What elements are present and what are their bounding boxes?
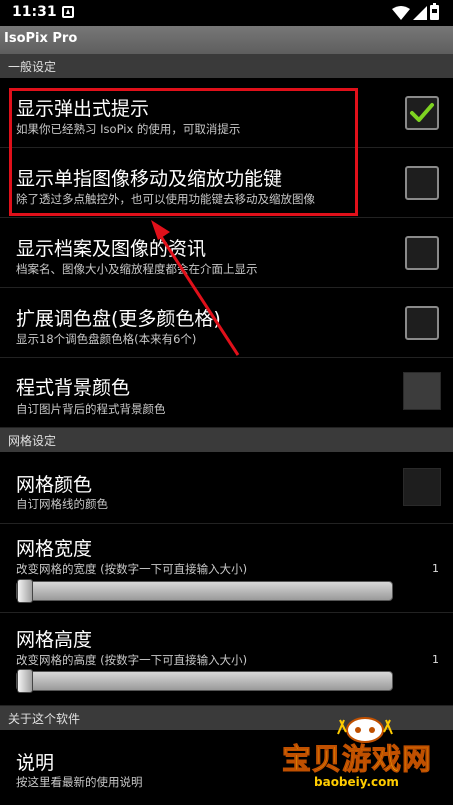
pref-grid-height: 网格高度 改变网格的高度 (按数字一下可直接输入大小) 1: [0, 613, 453, 706]
section-header-label: 网格设定: [8, 434, 57, 448]
grid-height-value[interactable]: 1: [432, 653, 439, 666]
status-bar: 11:31: [0, 0, 453, 26]
pref-show-file-info[interactable]: 显示档案及图像的资讯 档案名、图像大小及缩放程度都会在介面上显示: [0, 218, 453, 288]
grid-width-value[interactable]: 1: [432, 562, 439, 575]
pref-grid-color[interactable]: 网格颜色 自订网格线的颜色: [0, 452, 453, 524]
grid-color-swatch[interactable]: [403, 468, 441, 506]
signal-icon: [413, 6, 427, 20]
pref-title: 说明: [16, 752, 55, 774]
section-header-grid: 网格设定: [0, 428, 453, 452]
pref-summary: 改变网格的宽度 (按数字一下可直接输入大小): [16, 562, 248, 576]
watermark-brand: 宝贝游戏网: [281, 742, 433, 777]
pref-title: 扩展调色盘(更多颜色格): [16, 308, 221, 330]
wifi-icon: [392, 6, 410, 20]
pref-extended-palette[interactable]: 扩展调色盘(更多颜色格) 显示18个调色盘颜色格(本来有6个): [0, 288, 453, 358]
highlight-box: [9, 88, 358, 216]
pref-summary: 自订图片背后的程式背景颜色: [16, 402, 166, 416]
app-title-bar: IsoPix Pro: [0, 26, 453, 54]
battery-icon: [430, 3, 439, 20]
watermark-url: baobeiy.com: [314, 775, 399, 789]
grid-width-slider-thumb[interactable]: [17, 579, 33, 603]
pref-title: 网格颜色: [16, 474, 93, 496]
section-header-label: 关于这个软件: [8, 712, 81, 726]
grid-width-slider[interactable]: [16, 581, 393, 601]
checkbox-popup-hints[interactable]: [405, 96, 439, 130]
checkmark-icon: [410, 103, 434, 122]
section-header-general: 一般设定: [0, 54, 453, 78]
grid-height-slider-thumb[interactable]: [17, 669, 33, 693]
pref-title: 网格宽度: [16, 538, 93, 560]
pref-background-color[interactable]: 程式背景颜色 自订图片背后的程式背景颜色: [0, 358, 453, 428]
watermark: 宝贝游戏网 baobeiy.com: [281, 717, 452, 805]
checkbox-file-info[interactable]: [405, 236, 439, 270]
app-title: IsoPix Pro: [4, 31, 78, 46]
pref-summary: 显示18个调色盘颜色格(本来有6个): [16, 332, 197, 346]
pref-grid-width: 网格宽度 改变网格的宽度 (按数字一下可直接输入大小) 1: [0, 524, 453, 613]
status-time: 11:31: [12, 4, 57, 20]
notification-icon: [62, 6, 74, 18]
pref-title: 程式背景颜色: [16, 377, 131, 399]
checkbox-extended-palette[interactable]: [405, 306, 439, 340]
checkbox-move-zoom-buttons[interactable]: [405, 166, 439, 200]
pref-summary: 档案名、图像大小及缩放程度都会在介面上显示: [16, 262, 258, 276]
background-color-swatch[interactable]: [403, 372, 441, 410]
pref-summary: 改变网格的高度 (按数字一下可直接输入大小): [16, 653, 248, 667]
grid-height-slider[interactable]: [16, 671, 393, 691]
pref-summary: 按这里看最新的使用说明: [16, 775, 143, 789]
pref-summary: 自订网格线的颜色: [16, 497, 108, 511]
section-header-label: 一般设定: [8, 60, 57, 74]
pref-title: 显示档案及图像的资讯: [16, 238, 207, 260]
pref-title: 网格高度: [16, 629, 93, 651]
